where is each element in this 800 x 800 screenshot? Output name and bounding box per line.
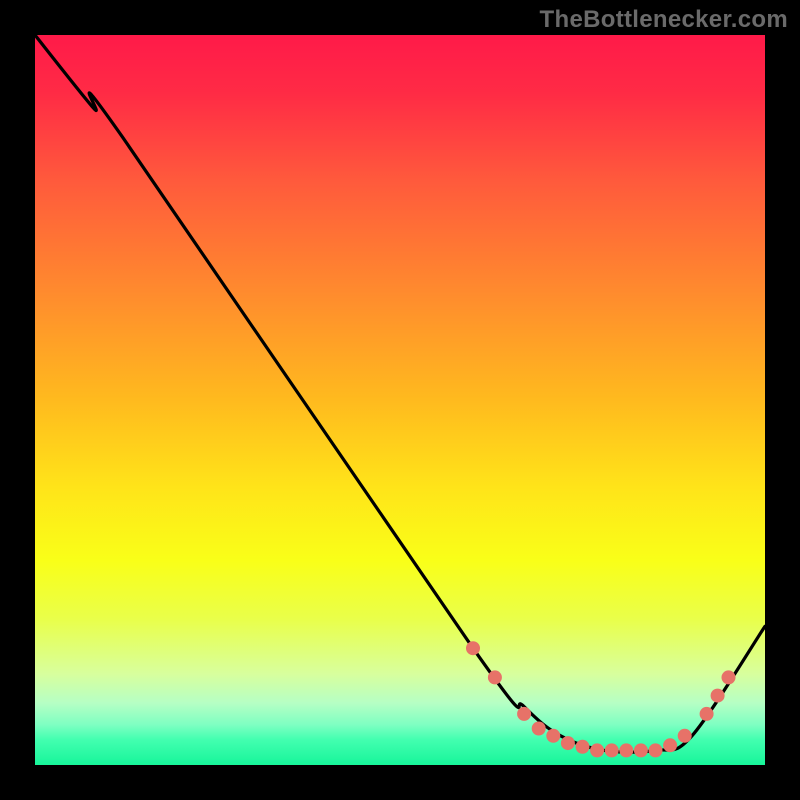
marker-dot bbox=[561, 736, 575, 750]
plot-area bbox=[35, 35, 765, 765]
marker-dot bbox=[532, 722, 546, 736]
marker-dot bbox=[517, 707, 531, 721]
chart-stage: TheBottlenecker.com bbox=[0, 0, 800, 800]
marker-dot bbox=[619, 743, 633, 757]
marker-dot bbox=[546, 729, 560, 743]
marker-dot bbox=[678, 729, 692, 743]
marker-dot bbox=[663, 738, 677, 752]
bottleneck-chart bbox=[35, 35, 765, 765]
gradient-background bbox=[35, 35, 765, 765]
marker-dot bbox=[488, 670, 502, 684]
marker-dot bbox=[605, 743, 619, 757]
marker-dot bbox=[590, 743, 604, 757]
marker-dot bbox=[634, 743, 648, 757]
marker-dot bbox=[466, 641, 480, 655]
watermark-text: TheBottlenecker.com bbox=[540, 6, 788, 34]
marker-dot bbox=[722, 670, 736, 684]
marker-dot bbox=[649, 743, 663, 757]
marker-dot bbox=[576, 740, 590, 754]
marker-dot bbox=[711, 689, 725, 703]
marker-dot bbox=[700, 707, 714, 721]
